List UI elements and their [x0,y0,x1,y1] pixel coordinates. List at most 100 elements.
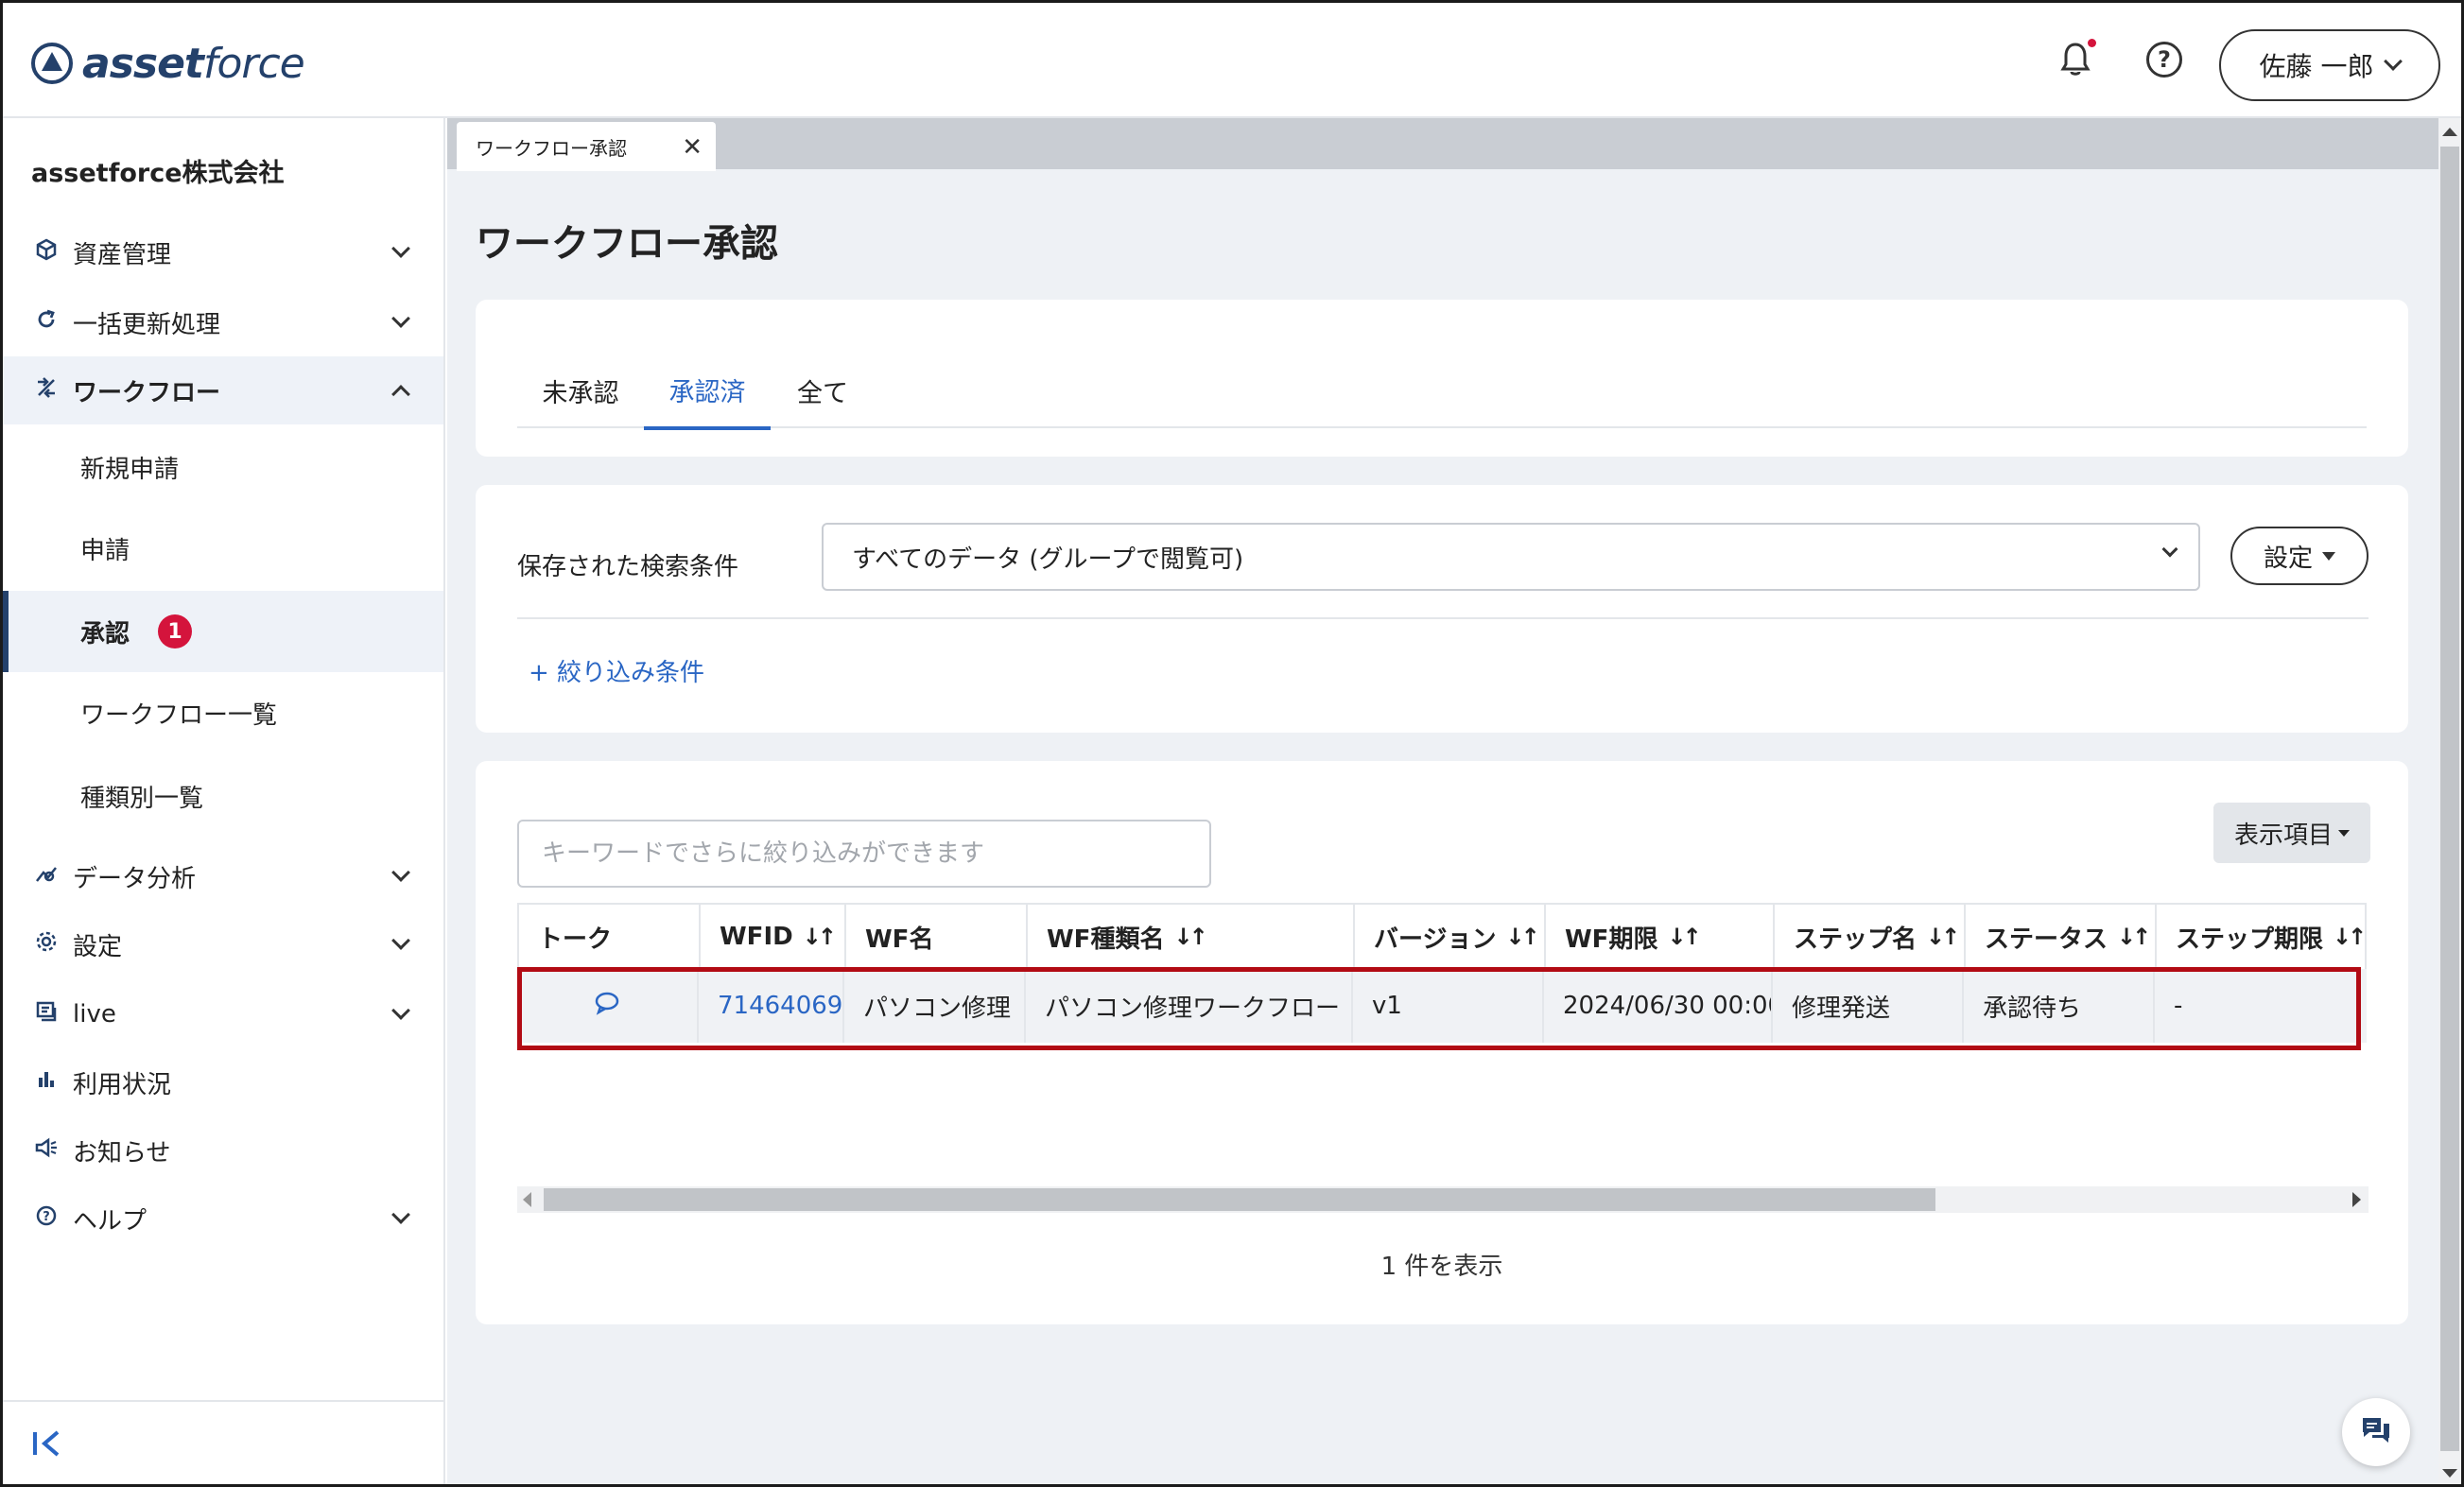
chart-analysis-icon [33,862,60,890]
settings-dropdown-button[interactable]: 設定 [2230,527,2369,585]
sidebar-item-asset-management[interactable]: 資産管理 [3,218,443,286]
sidebar-item-usage[interactable]: 利用状況 [3,1048,443,1116]
approval-count-badge: 1 [158,614,192,648]
sidebar: assetforce株式会社 資産管理 一括更新処理 ワークフロー 新規申請 申… [3,118,445,1484]
bell-icon[interactable] [2055,39,2096,80]
bar-chart-icon [33,1068,60,1097]
wf-name-cell: パソコン修理 [844,969,1026,1043]
scroll-up-arrow[interactable] [2442,128,2457,136]
search-conditions-card: 保存された検索条件 すべてのデータ (グループで閲覧可) 設定 + 絞り込み条件 [476,485,2408,733]
top-header: assetforce ? 佐藤 一郎 [3,3,2461,118]
scroll-left-arrow[interactable] [523,1192,531,1207]
keyword-search-input[interactable] [517,820,1211,888]
divider [517,617,2369,619]
sidebar-item-help[interactable]: ? ヘルプ [3,1184,443,1253]
column-header-wfid[interactable]: WFID ↓↑ [701,905,846,969]
result-count: 1 件を表示 [1380,1253,1503,1281]
status-tabs: 未承認 承認済 全て [517,353,2367,430]
close-icon[interactable]: ✕ [682,133,703,162]
results-card: 表示項目 トーク WFID↓↑ WF名 WF種類名↓↑ バージョン↓↑ WF期限… [476,761,2408,1324]
sidebar-item-workflow[interactable]: ワークフロー [3,356,443,424]
page-tab-workflow-approval[interactable]: ワークフロー承認 ✕ [457,122,716,171]
page-title: ワークフロー承認 [476,222,778,266]
user-name: 佐藤 一郎 [2259,51,2374,82]
live-icon [33,1000,60,1029]
tab-unapproved[interactable]: 未承認 [517,353,644,428]
display-columns-button[interactable]: 表示項目 [2213,803,2370,863]
scroll-right-arrow[interactable] [2352,1192,2361,1207]
help-icon: ? [33,1204,60,1233]
assetforce-logo[interactable]: assetforce [31,37,305,90]
wfid-cell: 71464069 [699,969,844,1043]
sort-icon[interactable]: ↓↑ [1173,924,1207,950]
chat-support-button[interactable] [2342,1398,2410,1466]
chevron-down-icon [391,1205,410,1224]
sidebar-item-news[interactable]: お知らせ [3,1116,443,1184]
vertical-scrollbar[interactable] [2438,118,2461,1484]
megaphone-icon [33,1136,60,1165]
sidebar-subitem-new-request[interactable]: 新規申請 [3,426,443,508]
sidebar-subitem-request[interactable]: 申請 [3,508,443,589]
sidebar-subitem-type-list[interactable]: 種類別一覧 [3,755,443,837]
vertical-scroll-thumb[interactable] [2440,147,2459,1451]
user-menu-button[interactable]: 佐藤 一郎 [2219,29,2440,101]
sidebar-item-settings[interactable]: 設定 [3,910,443,978]
page-tab-strip: ワークフロー承認 ✕ [447,118,2438,171]
talk-cell [517,969,699,1043]
tab-all[interactable]: 全て [771,353,875,428]
chevron-down-icon [2161,541,2178,558]
sort-icon[interactable]: ↓↑ [2117,924,2151,950]
notification-dot [2088,39,2096,47]
column-header-wf-deadline[interactable]: WF期限 ↓↑ [1546,905,1775,969]
horizontal-scrollbar[interactable] [517,1186,2369,1213]
sidebar-collapse-bar [3,1400,443,1484]
sidebar-item-data-analysis[interactable]: データ分析 [3,842,443,910]
collapse-sidebar-icon[interactable] [31,1428,63,1466]
column-header-talk: トーク [519,905,701,969]
column-header-version[interactable]: バージョン ↓↑ [1355,905,1546,969]
logo-text: assetforce [82,39,305,88]
company-name: assetforce株式会社 [31,159,285,188]
chevron-down-icon [391,863,410,882]
wf-deadline-cell: 2024/06/30 00:00 [1544,969,1773,1043]
column-header-wf-type[interactable]: WF種類名 ↓↑ [1028,905,1355,969]
chevron-down-icon [391,309,410,328]
sort-icon[interactable]: ↓↑ [803,924,837,950]
workflow-table: トーク WFID ↓↑ WF名 WF種類名 ↓↑ バージョン ↓↑ WF期限 ↓↑ ステ… [517,903,2367,1054]
horizontal-scroll-thumb[interactable] [544,1188,1935,1211]
add-filter-link[interactable]: + 絞り込み条件 [529,653,704,688]
column-header-step-deadline[interactable]: ステップ期限 ↓↑ [2157,905,2369,969]
step-deadline-cell: - [2174,992,2183,1020]
table-row[interactable]: 71464069 パソコン修理 パソコン修理ワークフロー v1 2024/06/… [517,969,2367,1043]
caret-down-icon [2322,551,2335,561]
workflow-icon [33,376,60,405]
cube-icon [33,238,60,267]
chat-icon [2360,1415,2392,1449]
sort-icon[interactable]: ↓↑ [1505,924,1539,950]
sidebar-item-bulk-update[interactable]: 一括更新処理 [3,288,443,356]
gear-icon [33,930,60,959]
sidebar-item-live[interactable]: live [3,980,443,1048]
tab-approved[interactable]: 承認済 [644,353,771,430]
version-cell: v1 [1353,969,1544,1043]
column-header-wf-name: WF名 [846,905,1028,969]
help-circle-icon[interactable]: ? [2143,39,2185,80]
status-cell: 承認待ち [1964,969,2155,1043]
chevron-up-icon [391,380,410,404]
sidebar-subitem-workflow-list[interactable]: ワークフロー一覧 [3,672,443,753]
logo-mark-icon [31,43,73,84]
status-tabs-card: 未承認 承認済 全て [476,300,2408,457]
sort-icon[interactable]: ↓↑ [2333,924,2367,950]
wfid-link[interactable]: 71464069 [718,992,842,1020]
main-content: ワークフロー承認 ✕ ワークフロー承認 未承認 承認済 全て 保存された検索条件… [447,118,2438,1484]
chevron-down-icon [391,931,410,950]
sidebar-subitem-approval[interactable]: 承認 1 [3,591,443,672]
saved-search-select[interactable]: すべてのデータ (グループで閲覧可) [822,523,2200,591]
sort-icon[interactable]: ↓↑ [1926,924,1960,950]
app-window: assetforce ? 佐藤 一郎 assetforce株式会社 資産管理 一… [0,0,2464,1487]
column-header-status[interactable]: ステータス ↓↑ [1966,905,2157,969]
scroll-down-arrow[interactable] [2442,1469,2457,1478]
chat-bubble-icon[interactable] [594,991,620,1022]
sort-icon[interactable]: ↓↑ [1667,924,1701,950]
column-header-step-name[interactable]: ステップ名 ↓↑ [1775,905,1966,969]
